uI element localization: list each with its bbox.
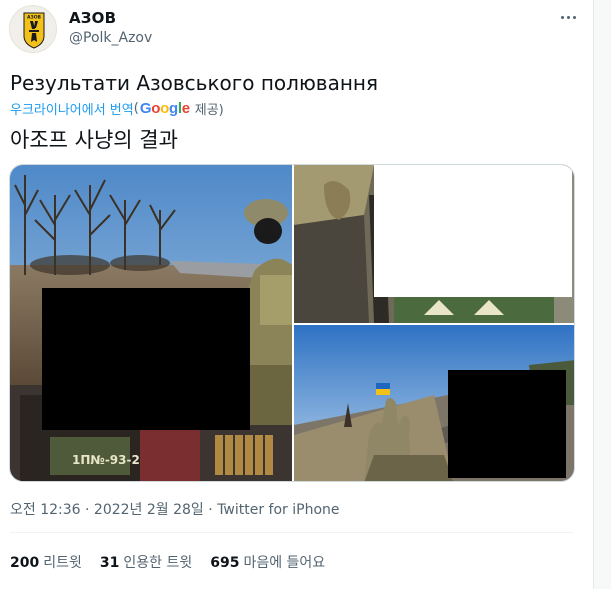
provided-by: 제공) — [194, 103, 224, 118]
google-letter: g — [168, 100, 178, 117]
retweets-label: 리트윗 — [43, 555, 82, 571]
redaction-block — [374, 165, 572, 297]
media-grid: 1П№-93-2 — [9, 164, 575, 482]
translation-attribution: 우크라이나어에서 번역 ( Google 제공) — [10, 99, 224, 118]
scroll-edge — [593, 0, 611, 589]
redaction-block — [448, 370, 566, 478]
retweets-count: 200 — [10, 555, 40, 571]
divider — [10, 532, 573, 533]
likes-count: 695 — [210, 555, 240, 571]
logo-text: АЗОВ — [27, 15, 42, 21]
tweet-time[interactable]: 오전 12:36 — [10, 502, 81, 518]
likes-stat[interactable]: 695 마음에 들어요 — [210, 552, 325, 572]
tweet-stats: 200 리트윗 31 인용한 트윗 695 마음에 들어요 — [10, 552, 325, 572]
translate-link[interactable]: 우크라이나어에서 번역 — [10, 99, 134, 118]
azov-logo-icon: АЗОВ — [23, 12, 45, 49]
meta-separator: · — [85, 502, 90, 518]
google-letter: e — [181, 100, 190, 117]
paren-open: ( — [133, 101, 139, 116]
more-dots-icon[interactable] — [557, 8, 579, 26]
tweet-card: АЗОВ АЗОВ @Polk_Azov Результати Азовсько… — [0, 0, 593, 589]
meta-separator: · — [208, 502, 213, 518]
ammo-box-marking: 1П№-93-2 — [72, 453, 140, 467]
tweet-date[interactable]: 2022년 2월 28일 — [94, 502, 204, 518]
google-letter: G — [139, 100, 152, 117]
google-logo: Google — [140, 100, 190, 117]
tweet-source[interactable]: Twitter for iPhone — [217, 502, 339, 518]
quotes-label: 인용한 트윗 — [123, 555, 193, 571]
tweet-text: Результати Азовського полювання — [10, 71, 379, 95]
quotes-count: 31 — [99, 555, 120, 571]
display-name[interactable]: АЗОВ — [69, 9, 116, 27]
avatar[interactable]: АЗОВ — [9, 5, 57, 53]
tweet-meta: 오전 12:36 · 2022년 2월 28일 · Twitter for iP… — [10, 499, 340, 519]
google-letter: o — [160, 100, 169, 117]
photo-road[interactable] — [294, 325, 574, 481]
user-handle[interactable]: @Polk_Azov — [69, 30, 152, 46]
photo-vehicle[interactable] — [294, 165, 574, 323]
likes-label: 마음에 들어요 — [243, 555, 326, 571]
photo-soldier-field[interactable]: 1П№-93-2 — [10, 165, 292, 481]
translated-text: 아조프 사냥의 결과 — [10, 128, 178, 152]
redaction-block — [42, 288, 250, 430]
quotes-stat[interactable]: 31 인용한 트윗 — [100, 552, 192, 572]
google-letter: o — [151, 100, 161, 117]
retweets-stat[interactable]: 200 리트윗 — [10, 552, 82, 572]
